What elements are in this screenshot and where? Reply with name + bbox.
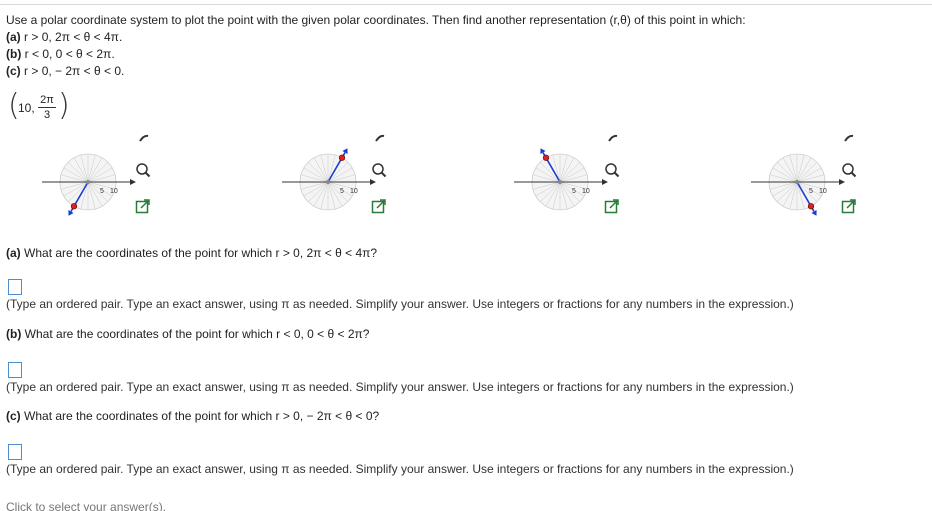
answer-hint-c: (Type an ordered pair. Type an exact ans… (6, 462, 794, 476)
question-text: What are the coordinates of the point fo… (24, 409, 380, 423)
axis-arrowhead (370, 179, 376, 185)
condition-label: (c) (6, 64, 21, 78)
polar-graph-svg[interactable]: 5 10 (38, 140, 188, 230)
tick-label: 5 (809, 188, 813, 195)
condition-c: (c) r > 0, − 2π < θ < 0. (6, 64, 124, 78)
answer-box-c[interactable] (8, 444, 22, 460)
axis-arrowhead (130, 179, 136, 185)
problem-page: { "problem": { "instruction": "Use a pol… (0, 0, 932, 511)
tick-label: 5 (572, 188, 576, 195)
condition-text: r > 0, 2π < θ < 4π. (24, 30, 123, 44)
plotted-point (542, 154, 550, 161)
theta-denominator: 3 (43, 109, 51, 121)
expand-icon[interactable] (135, 198, 151, 214)
plotted-point (807, 203, 815, 210)
axis-arrowhead (602, 179, 608, 185)
right-paren: ) (58, 88, 70, 123)
polar-graph-svg[interactable]: 5 10 (510, 140, 660, 230)
polar-graph-option-2[interactable]: 5 10 (278, 140, 428, 230)
plotted-point (70, 203, 78, 210)
key-icon[interactable] (374, 133, 386, 143)
magnifier-icon[interactable] (604, 162, 620, 178)
polar-graph-option-1[interactable]: 5 10 (38, 140, 188, 230)
condition-text: r > 0, − 2π < θ < 0. (24, 64, 125, 78)
magnifier-icon[interactable] (841, 162, 857, 178)
polar-graph-option-3[interactable]: 5 10 (510, 140, 660, 230)
footer-instruction: Click to select your answer(s). (6, 500, 167, 511)
answer-box-a[interactable] (8, 279, 22, 295)
pole-point (86, 180, 90, 184)
point-theta-fraction: 2π 3 (38, 94, 56, 121)
magnifier-icon[interactable] (371, 162, 387, 178)
tick-label: 10 (110, 188, 118, 195)
condition-label: (a) (6, 30, 21, 44)
condition-text: r < 0, 0 < θ < 2π. (24, 47, 115, 61)
question-text: What are the coordinates of the point fo… (24, 327, 370, 341)
theta-numerator: 2π (38, 94, 56, 108)
answer-hint-b: (Type an ordered pair. Type an exact ans… (6, 380, 794, 394)
question-text: What are the coordinates of the point fo… (24, 246, 378, 260)
problem-instruction: Use a polar coordinate system to plot th… (6, 13, 746, 27)
answer-box-b[interactable] (8, 362, 22, 378)
top-divider (0, 4, 932, 5)
tick-label: 10 (582, 188, 590, 195)
expand-icon[interactable] (371, 198, 387, 214)
tick-label: 10 (350, 188, 358, 195)
question-b: (b) What are the coordinates of the poin… (6, 327, 369, 341)
magnifier-icon[interactable] (135, 162, 151, 178)
condition-b: (b) r < 0, 0 < θ < 2π. (6, 47, 115, 61)
key-icon[interactable] (843, 133, 855, 143)
question-c: (c) What are the coordinates of the poin… (6, 409, 379, 423)
tick-label: 5 (340, 188, 344, 195)
pole-point (326, 180, 330, 184)
key-icon[interactable] (607, 133, 619, 143)
key-icon[interactable] (138, 133, 150, 143)
question-a: (a) What are the coordinates of the poin… (6, 246, 377, 260)
polar-graph-svg[interactable]: 5 10 (278, 140, 428, 230)
pole-point (558, 180, 562, 184)
tick-label: 5 (100, 188, 104, 195)
polar-graph-option-4[interactable]: 5 10 (747, 140, 897, 230)
tick-label: 10 (819, 188, 827, 195)
expand-icon[interactable] (841, 198, 857, 214)
condition-label: (b) (6, 47, 22, 61)
condition-a: (a) r > 0, 2π < θ < 4π. (6, 30, 122, 44)
answer-hint-a: (Type an ordered pair. Type an exact ans… (6, 297, 794, 311)
question-label: (a) (6, 246, 21, 260)
polar-point-expression: ( 10, 2π 3 ) (8, 88, 96, 126)
axis-arrowhead (839, 179, 845, 185)
expand-icon[interactable] (604, 198, 620, 214)
plotted-point (338, 154, 346, 161)
question-label: (c) (6, 409, 21, 423)
polar-graph-svg[interactable]: 5 10 (747, 140, 897, 230)
point-r: 10, (18, 101, 35, 115)
question-label: (b) (6, 327, 22, 341)
pole-point (795, 180, 799, 184)
